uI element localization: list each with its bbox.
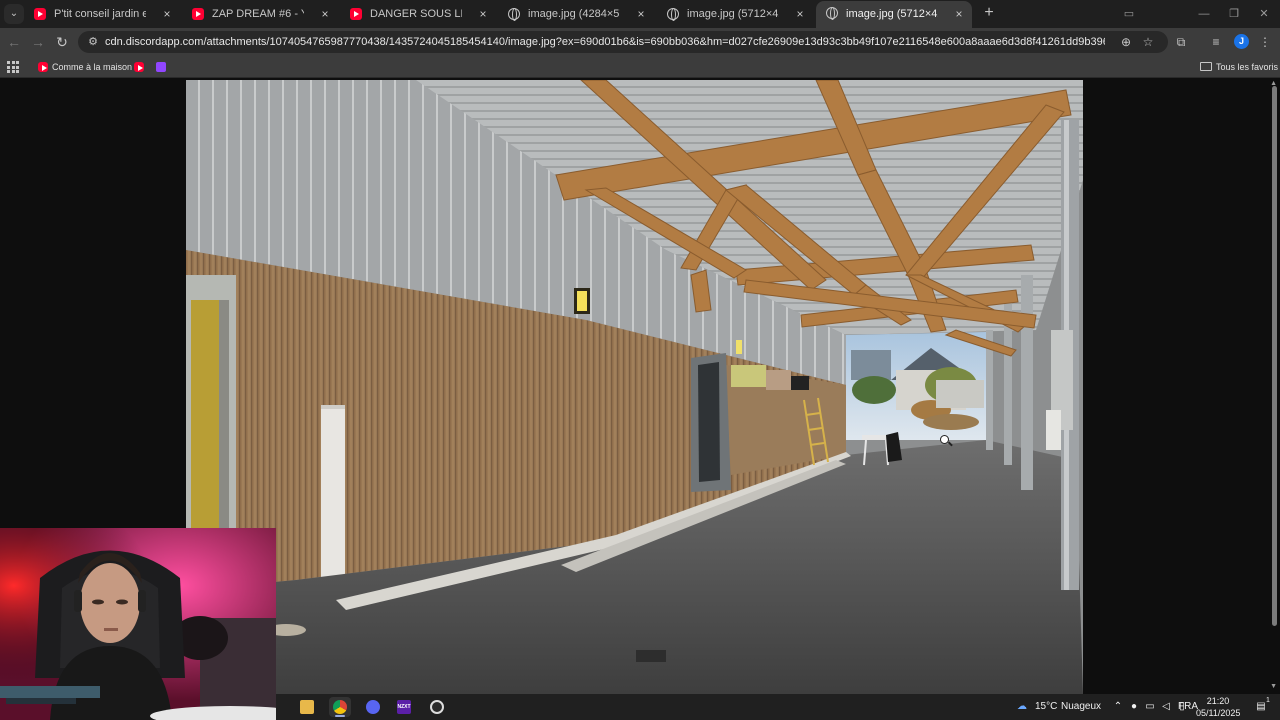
close-icon[interactable]: × (634, 2, 648, 26)
profile-avatar[interactable]: J (1234, 34, 1249, 49)
clock-date: 05/11/2025 (1196, 708, 1241, 718)
webcam-overlay (0, 528, 276, 720)
globe-icon (508, 8, 520, 21)
youtube-icon (192, 8, 204, 20)
tab[interactable]: P'tit conseil jardin et alimentatio × (24, 2, 180, 26)
chevron-up-icon[interactable]: ⌃ (1112, 700, 1124, 714)
youtube-icon (38, 62, 48, 72)
webcam-feed (0, 528, 276, 720)
discord-button[interactable] (362, 697, 384, 717)
bookmark-label: Comme à la maison (52, 62, 133, 72)
bookmark-star-icon[interactable]: ☆ (1140, 34, 1156, 50)
site-info-icon[interactable]: ⚙ (86, 35, 100, 49)
all-bookmarks-label: Tous les favoris (1216, 62, 1279, 72)
weather-description[interactable]: Nuageux (1061, 694, 1101, 720)
forward-button[interactable]: → (28, 32, 48, 52)
youtube-icon (134, 62, 144, 72)
tab[interactable]: ZAP DREAM #6 - YouTube × (182, 2, 338, 26)
chrome-button[interactable] (329, 697, 351, 717)
minimize-button[interactable]: — (1192, 4, 1216, 24)
chrome-icon (333, 700, 347, 714)
nzxt-icon: NZXT (397, 700, 411, 714)
extensions-icon[interactable]: ⧉ (1172, 33, 1190, 51)
file-explorer-button[interactable] (296, 697, 318, 717)
chevron-down-icon: ⌄ (9, 8, 19, 19)
tab-strip: ⌄ P'tit conseil jardin et alimentatio × … (0, 0, 1280, 28)
obs-icon (430, 700, 444, 714)
address-bar[interactable]: ⚙ cdn.discordapp.com/attachments/1074054… (78, 31, 1168, 53)
tab-search-button[interactable]: ⌄ (4, 4, 24, 24)
bookmark-item[interactable] (132, 58, 148, 76)
nzxt-cam-button[interactable]: NZXT (393, 697, 415, 717)
active-indicator (335, 715, 345, 717)
tab-title: DANGER SOUS LE PONT DU CH (370, 8, 462, 20)
scroll-down-arrow-icon[interactable]: ▼ (1270, 683, 1277, 690)
network-icon[interactable]: ▭ (1144, 700, 1156, 714)
all-bookmarks-button[interactable]: Tous les favoris (1200, 58, 1278, 76)
tab-title: image.jpg (4284×5712) (528, 8, 620, 20)
browser-toolbar: ← → ↻ ⚙ cdn.discordapp.com/attachments/1… (0, 28, 1280, 56)
media-control-icon[interactable]: ≡ (1207, 33, 1225, 51)
youtube-icon (34, 8, 46, 20)
arrow-right-icon: → (31, 34, 45, 50)
close-icon[interactable]: × (793, 2, 807, 26)
folder-icon (1200, 62, 1212, 71)
taskbar: NZXT ☁ 15°C Nuageux ⌃ ● ▭ ◁ ▯ FRA ▤ 1 (276, 694, 1280, 720)
globe-icon (826, 7, 838, 20)
tab[interactable]: image.jpg (4284×5712) × (498, 2, 654, 26)
apps-grid-icon[interactable] (7, 61, 19, 73)
language-indicator[interactable]: FRA (1178, 694, 1198, 720)
close-icon[interactable]: × (160, 2, 174, 26)
twitch-icon (156, 62, 166, 72)
bookmark-item[interactable] (154, 58, 170, 76)
clock-time: 21:20 (1206, 696, 1230, 706)
close-icon[interactable]: × (952, 1, 966, 27)
bookmark-item[interactable]: Comme à la maison (36, 58, 132, 76)
tab-title: image.jpg (5712×4284) (687, 8, 779, 20)
reload-icon: ↻ (56, 34, 68, 50)
cast-icon[interactable]: ▭ (1117, 4, 1141, 24)
scrollbar-thumb[interactable] (1272, 86, 1277, 626)
youtube-icon (350, 8, 362, 20)
arrow-left-icon: ← (7, 34, 21, 50)
tab-active[interactable]: image.jpg (5712×4284) × (816, 1, 972, 28)
tab-title: P'tit conseil jardin et alimentatio (54, 8, 146, 20)
weather-cloud-icon[interactable]: ☁ (1014, 700, 1030, 714)
reload-button[interactable]: ↻ (52, 32, 72, 52)
microphone-icon[interactable]: ● (1128, 700, 1140, 714)
maximize-button[interactable]: ❐ (1222, 4, 1246, 24)
folder-icon (300, 700, 314, 714)
displayed-image[interactable] (186, 80, 1083, 694)
tab[interactable]: image.jpg (5712×4284) × (657, 2, 813, 26)
covered-walkway-photo (186, 80, 1083, 694)
tab-title: image.jpg (5712×4284) (846, 8, 938, 20)
tab-title: ZAP DREAM #6 - YouTube (212, 8, 304, 20)
url-text[interactable]: cdn.discordapp.com/attachments/107405476… (105, 31, 1105, 53)
bookmarks-bar: Comme à la maison Tous les favoris (0, 56, 1280, 78)
back-button[interactable]: ← (4, 32, 24, 52)
weather-temperature[interactable]: 15°C (1035, 694, 1057, 720)
zoom-cursor-icon (940, 435, 949, 444)
globe-icon (667, 8, 679, 21)
obs-button[interactable] (426, 697, 448, 717)
notification-badge: 1 (1266, 697, 1270, 704)
clock[interactable]: 21:20 05/11/2025 (1196, 695, 1240, 719)
window-close-button[interactable]: ✕ (1252, 4, 1276, 24)
tab[interactable]: DANGER SOUS LE PONT DU CH × (340, 2, 496, 26)
close-icon[interactable]: × (318, 2, 332, 26)
screen: ⌄ P'tit conseil jardin et alimentatio × … (0, 0, 1280, 720)
menu-kebab-icon[interactable]: ⋮ (1256, 33, 1274, 51)
zoom-icon[interactable]: ⊕ (1118, 34, 1134, 50)
close-icon[interactable]: × (476, 2, 490, 26)
speaker-icon[interactable]: ◁ (1160, 700, 1172, 714)
new-tab-button[interactable]: + (980, 3, 998, 23)
discord-icon (366, 700, 380, 714)
